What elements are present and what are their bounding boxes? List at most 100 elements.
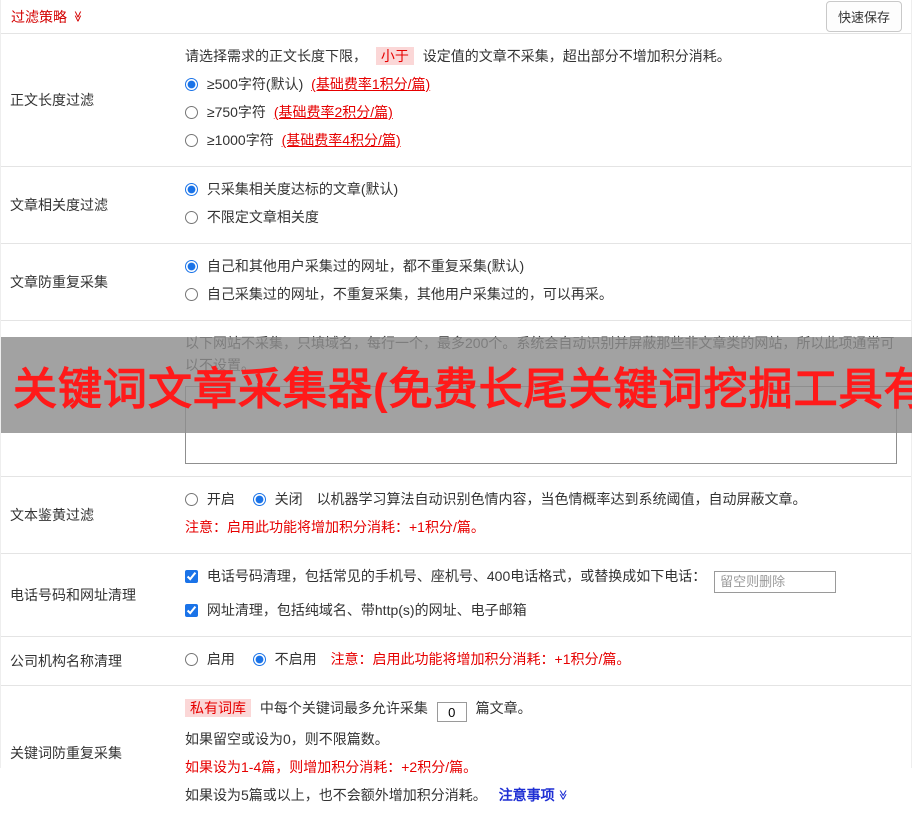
radio-option-750[interactable]: ≥750字符 [185, 104, 270, 120]
row-content-company-cleanup: 启用 不启用 注意：启用此功能将增加积分消耗：+1积分/篇。 [175, 637, 911, 685]
radio-input-porn-off[interactable] [253, 493, 266, 506]
page-title[interactable]: 过滤策略 ≫ [11, 7, 83, 27]
checkbox-option-url-cleanup[interactable]: 网址清理，包括纯域名、带http(s)的网址、电子邮箱 [185, 602, 527, 618]
radio-option-dedup-all[interactable]: 自己和其他用户采集过的网址，都不重复采集(默认) [185, 258, 524, 274]
radio-line-1000: ≥1000字符 (基础费率4积分/篇) [185, 129, 897, 151]
option-fee-note: (基础费率4积分/篇) [282, 132, 401, 148]
option-label: ≥750字符 [207, 104, 266, 120]
filter-strategy-page: 过滤策略 ≫ 快速保存 正文长度过滤 请选择需求的正文长度下限， 小于 设定值的… [0, 0, 912, 768]
radio-input-dedup-own[interactable] [185, 288, 198, 301]
phone-cleanup-line: 电话号码清理，包括常见的手机号、座机号、400电话格式，或替换成如下电话： [185, 565, 897, 593]
limit-text: 中每个关键词最多允许采集 [260, 700, 428, 716]
max-articles-input[interactable] [437, 702, 467, 722]
radio-input-500[interactable] [185, 78, 198, 91]
chevron-down-icon: ≫ [71, 11, 82, 23]
option-fee-note: (基础费率1积分/篇) [311, 76, 430, 92]
row-label-relevance: 文章相关度过滤 [1, 167, 175, 243]
radio-option-company-off[interactable]: 不启用 [253, 651, 321, 667]
replacement-phone-input[interactable] [714, 571, 836, 593]
page-title-text: 过滤策略 [11, 7, 67, 27]
radio-line-dedup-all: 自己和其他用户采集过的网址，都不重复采集(默认) [185, 255, 897, 277]
url-cleanup-line: 网址清理，包括纯域名、带http(s)的网址、电子邮箱 [185, 599, 897, 621]
row-dedup-collection: 文章防重复采集 自己和其他用户采集过的网址，都不重复采集(默认) 自己采集过的网… [1, 244, 911, 321]
radio-input-1000[interactable] [185, 134, 198, 147]
row-body-length-filter: 正文长度过滤 请选择需求的正文长度下限， 小于 设定值的文章不采集，超出部分不增… [1, 34, 911, 167]
radio-input-company-on[interactable] [185, 653, 198, 666]
option-label: ≥500字符(默认) [207, 76, 303, 92]
row-label-blacklist [1, 321, 175, 476]
row-porn-filter: 文本鉴黄过滤 开启 关闭 以机器学习算法自动识别色情内容，当色情概率达到系统阈值… [1, 477, 911, 554]
radio-line-relevance-strict: 只采集相关度达标的文章(默认) [185, 178, 897, 200]
checkbox-input-phone-cleanup[interactable] [185, 570, 198, 583]
notes-link-label: 注意事项 [499, 784, 555, 806]
row-site-blacklist: 以下网站不采集，只填域名，每行一个，最多200个。系统会自动识别并屏蔽那些非文章… [1, 321, 911, 477]
row-label-keyword-dedup: 关键词防重复采集 [1, 686, 175, 821]
checkbox-input-url-cleanup[interactable] [185, 604, 198, 617]
radio-option-porn-off[interactable]: 关闭 [253, 491, 307, 507]
keyword-note-five-plus-line: 如果设为5篇或以上，也不会额外增加积分消耗。 注意事项 ≫ [185, 784, 897, 806]
row-label-body-length: 正文长度过滤 [1, 34, 175, 166]
private-thesaurus-highlight: 私有词库 [185, 699, 251, 717]
radio-input-dedup-all[interactable] [185, 260, 198, 273]
notes-link[interactable]: 注意事项 ≫ [499, 784, 567, 806]
radio-option-dedup-own[interactable]: 自己采集过的网址，不重复采集，其他用户采集过的，可以再采。 [185, 286, 613, 302]
chevron-down-icon: ≫ [557, 790, 567, 800]
radio-input-porn-on[interactable] [185, 493, 198, 506]
row-phone-url-cleanup: 电话号码和网址清理 电话号码清理，包括常见的手机号、座机号、400电话格式，或替… [1, 554, 911, 637]
radio-input-750[interactable] [185, 106, 198, 119]
row-content-keyword-dedup: 私有词库 中每个关键词最多允许采集 篇文章。 如果留空或设为0，则不限篇数。 如… [175, 686, 911, 821]
row-content-porn: 开启 关闭 以机器学习算法自动识别色情内容，当色情概率达到系统阈值，自动屏蔽文章… [175, 477, 911, 553]
row-content-blacklist: 以下网站不采集，只填域名，每行一个，最多200个。系统会自动识别并屏蔽那些非文章… [175, 321, 911, 476]
option-label: 只采集相关度达标的文章(默认) [207, 181, 398, 197]
row-relevance-filter: 文章相关度过滤 只采集相关度达标的文章(默认) 不限定文章相关度 [1, 167, 911, 244]
radio-input-relevance-strict[interactable] [185, 183, 198, 196]
radio-input-company-off[interactable] [253, 653, 266, 666]
intro-text-pre: 请选择需求的正文长度下限， [185, 48, 367, 64]
row-company-cleanup: 公司机构名称清理 启用 不启用 注意：启用此功能将增加积分消耗：+1积分/篇。 [1, 637, 911, 686]
row-content-dedup: 自己和其他用户采集过的网址，都不重复采集(默认) 自己采集过的网址，不重复采集，… [175, 244, 911, 320]
radio-option-500[interactable]: ≥500字符(默认) [185, 76, 307, 92]
radio-line-dedup-own: 自己采集过的网址，不重复采集，其他用户采集过的，可以再采。 [185, 283, 897, 305]
option-label: 自己和其他用户采集过的网址，都不重复采集(默认) [207, 258, 524, 274]
checkbox-option-phone-cleanup[interactable]: 电话号码清理，包括常见的手机号、座机号、400电话格式，或替换成如下电话： [185, 568, 710, 584]
limit-text-end: 篇文章。 [476, 700, 532, 716]
intro-text-post: 设定值的文章不采集，超出部分不增加积分消耗。 [423, 48, 731, 64]
porn-options-line: 开启 关闭 以机器学习算法自动识别色情内容，当色情概率达到系统阈值，自动屏蔽文章… [185, 488, 897, 510]
blacklist-intro: 以下网站不采集，只填域名，每行一个，最多200个。系统会自动识别并屏蔽那些非文章… [185, 332, 897, 376]
row-label-dedup: 文章防重复采集 [1, 244, 175, 320]
option-label: 关闭 [275, 491, 303, 507]
radio-line-750: ≥750字符 (基础费率2积分/篇) [185, 101, 897, 123]
option-label: 网址清理，包括纯域名、带http(s)的网址、电子邮箱 [207, 602, 527, 618]
radio-option-1000[interactable]: ≥1000字符 [185, 132, 278, 148]
company-cost-note: 注意：启用此功能将增加积分消耗：+1积分/篇。 [331, 651, 631, 667]
porn-description: 以机器学习算法自动识别色情内容，当色情概率达到系统阈值，自动屏蔽文章。 [317, 491, 807, 507]
topbar: 过滤策略 ≫ 快速保存 [1, 0, 911, 34]
row-keyword-dedup: 关键词防重复采集 私有词库 中每个关键词最多允许采集 篇文章。 如果留空或设为0… [1, 686, 911, 821]
radio-option-company-on[interactable]: 启用 [185, 651, 239, 667]
company-options-line: 启用 不启用 注意：启用此功能将增加积分消耗：+1积分/篇。 [185, 648, 897, 670]
option-fee-note: (基础费率2积分/篇) [274, 104, 393, 120]
row-content-relevance: 只采集相关度达标的文章(默认) 不限定文章相关度 [175, 167, 911, 243]
option-label: 不启用 [275, 651, 317, 667]
radio-option-relevance-strict[interactable]: 只采集相关度达标的文章(默认) [185, 181, 398, 197]
body-length-intro: 请选择需求的正文长度下限， 小于 设定值的文章不采集，超出部分不增加积分消耗。 [185, 45, 897, 67]
keyword-limit-line: 私有词库 中每个关键词最多允许采集 篇文章。 [185, 697, 897, 723]
porn-cost-note: 注意：启用此功能将增加积分消耗：+1积分/篇。 [185, 516, 897, 538]
row-label-company-cleanup: 公司机构名称清理 [1, 637, 175, 685]
row-label-porn: 文本鉴黄过滤 [1, 477, 175, 553]
radio-option-relevance-any[interactable]: 不限定文章相关度 [185, 209, 319, 225]
row-content-body-length: 请选择需求的正文长度下限， 小于 设定值的文章不采集，超出部分不增加积分消耗。 … [175, 34, 911, 166]
keyword-note-unlimited: 如果留空或设为0，则不限篇数。 [185, 728, 897, 750]
radio-option-porn-on[interactable]: 开启 [185, 491, 239, 507]
option-label: 自己采集过的网址，不重复采集，其他用户采集过的，可以再采。 [207, 286, 613, 302]
keyword-note-cost: 如果设为1-4篇，则增加积分消耗：+2积分/篇。 [185, 756, 897, 778]
blacklist-textarea[interactable] [185, 386, 897, 464]
quick-save-button[interactable]: 快速保存 [826, 1, 902, 32]
option-label: 电话号码清理，包括常见的手机号、座机号、400电话格式，或替换成如下电话： [207, 568, 706, 584]
option-label: 不限定文章相关度 [207, 209, 319, 225]
row-content-phone-cleanup: 电话号码清理，包括常见的手机号、座机号、400电话格式，或替换成如下电话： 网址… [175, 554, 911, 636]
radio-input-relevance-any[interactable] [185, 211, 198, 224]
radio-line-relevance-any: 不限定文章相关度 [185, 206, 897, 228]
option-label: 启用 [207, 651, 235, 667]
row-label-phone-cleanup: 电话号码和网址清理 [1, 554, 175, 636]
